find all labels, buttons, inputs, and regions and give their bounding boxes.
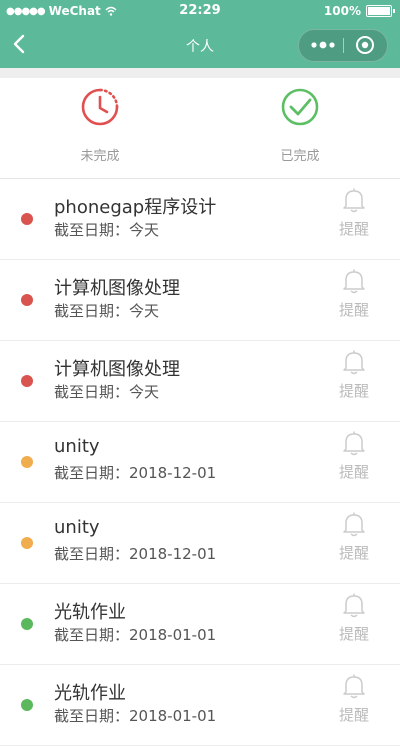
- top-bar: ●●●●● WeChat 22:29 100% 个人: [0, 0, 400, 68]
- remind-label: 提醒: [338, 220, 369, 238]
- task-row[interactable]: unity 截至日期：2018-12-01 提醒: [0, 422, 400, 503]
- remind-label: 提醒: [338, 301, 369, 319]
- priority-dot: [21, 618, 33, 630]
- task-due-date: 截至日期：今天: [54, 302, 160, 320]
- status-bar: ●●●●● WeChat 22:29 100%: [0, 0, 400, 22]
- task-row[interactable]: 计算机图像处理 截至日期：今天 提醒: [0, 341, 400, 422]
- tab-completed[interactable]: 已完成: [200, 78, 400, 178]
- remind-button[interactable]: 提醒: [334, 268, 374, 332]
- tab-incomplete-label: 未完成: [80, 149, 120, 164]
- battery-icon: [366, 5, 395, 17]
- priority-dot: [21, 456, 33, 468]
- priority-dot: [21, 375, 33, 387]
- task-title: 计算机图像处理: [54, 359, 180, 380]
- navigation-bar: 个人: [0, 22, 400, 68]
- battery-info: 100%: [323, 4, 395, 18]
- tab-completed-label: 已完成: [280, 149, 320, 164]
- capsule-divider: [343, 38, 344, 53]
- task-row[interactable]: 光轨作业 截至日期：2018-01-01 提醒: [0, 665, 400, 746]
- header-divider: [0, 68, 400, 78]
- task-title: 光轨作业: [54, 602, 126, 623]
- task-row[interactable]: unity 截至日期：2018-12-01 提醒: [0, 503, 400, 584]
- remind-button[interactable]: 提醒: [334, 187, 374, 251]
- remind-label: 提醒: [338, 625, 369, 643]
- remind-button[interactable]: 提醒: [334, 673, 374, 737]
- task-title: unity: [54, 517, 100, 538]
- priority-dot: [21, 213, 33, 225]
- check-circle-icon: [281, 88, 319, 126]
- bell-icon: [343, 188, 365, 213]
- task-title: 计算机图像处理: [54, 278, 180, 299]
- task-due-date: 截至日期：2018-01-01: [54, 707, 217, 725]
- priority-dot: [21, 699, 33, 711]
- task-due-date: 截至日期：2018-12-01: [54, 464, 217, 482]
- status-tabs: 未完成 已完成: [0, 78, 400, 179]
- priority-dot: [21, 294, 33, 306]
- task-row[interactable]: 光轨作业 截至日期：2018-01-01 提醒: [0, 584, 400, 665]
- remind-button[interactable]: 提醒: [334, 349, 374, 413]
- tab-incomplete[interactable]: 未完成: [0, 78, 200, 178]
- task-due-date: 截至日期：2018-12-01: [54, 545, 217, 563]
- task-due-date: 截至日期：今天: [54, 383, 160, 401]
- battery-percent: 100%: [323, 4, 361, 18]
- bell-icon: [343, 269, 365, 294]
- remind-label: 提醒: [338, 706, 369, 724]
- mini-program-capsule: [298, 29, 388, 62]
- bell-icon: [343, 593, 365, 618]
- task-due-date: 截至日期：今天: [54, 221, 160, 239]
- clock-icon: [81, 88, 119, 126]
- bell-icon: [343, 431, 365, 456]
- bell-icon: [343, 350, 365, 375]
- priority-dot: [21, 537, 33, 549]
- task-row[interactable]: 计算机图像处理 截至日期：今天 提醒: [0, 260, 400, 341]
- task-due-date: 截至日期：2018-01-01: [54, 626, 217, 644]
- task-list: phonegap程序设计 截至日期：今天 提醒 计算机图像处理 截至日期：今天 …: [0, 179, 400, 746]
- task-row[interactable]: phonegap程序设计 截至日期：今天 提醒: [0, 179, 400, 260]
- remind-label: 提醒: [338, 463, 369, 481]
- bell-icon: [343, 512, 365, 537]
- task-title: unity: [54, 436, 100, 457]
- remind-button[interactable]: 提醒: [334, 430, 374, 494]
- more-icon[interactable]: [309, 38, 337, 52]
- close-mini-program-icon[interactable]: [355, 35, 375, 55]
- bell-icon: [343, 674, 365, 699]
- remind-label: 提醒: [338, 382, 369, 400]
- remind-label: 提醒: [338, 544, 369, 562]
- remind-button[interactable]: 提醒: [334, 511, 374, 575]
- task-title: 光轨作业: [54, 683, 126, 704]
- task-title: phonegap程序设计: [54, 197, 217, 218]
- remind-button[interactable]: 提醒: [334, 592, 374, 656]
